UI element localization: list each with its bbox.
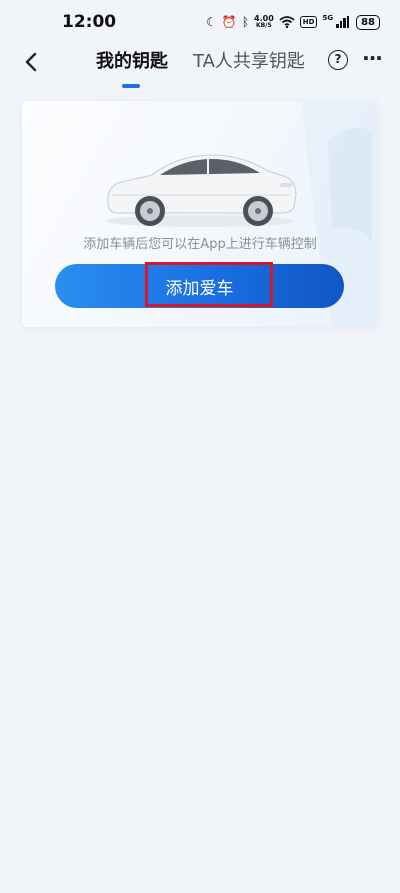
network-speed: 4.00 KB/S bbox=[254, 15, 274, 29]
nav-bar: 我的钥匙 TA人共享钥匙 ? ··· bbox=[0, 44, 400, 94]
hd-badge: HD bbox=[299, 16, 318, 28]
status-icons: ☾ ⏰ ᛒ 4.00 KB/S HD 5G 88 bbox=[206, 13, 380, 30]
battery-indicator: 88 bbox=[356, 14, 380, 30]
help-button[interactable]: ? bbox=[328, 50, 348, 70]
wifi-icon bbox=[279, 16, 295, 28]
signal-icon bbox=[336, 16, 350, 28]
moon-icon: ☾ bbox=[206, 15, 217, 29]
tab-shared-keys[interactable]: TA人共享钥匙 bbox=[193, 48, 305, 76]
network-speed-unit: KB/S bbox=[256, 22, 272, 29]
tab-my-keys[interactable]: 我的钥匙 bbox=[96, 48, 168, 76]
card-hint-text: 添加车辆后您可以在App上进行车辆控制 bbox=[83, 237, 317, 252]
status-bar: 12:00 ☾ ⏰ ᛒ 4.00 KB/S HD 5G 88 bbox=[0, 0, 400, 44]
back-button[interactable] bbox=[18, 48, 46, 76]
network-type: 5G bbox=[322, 13, 334, 22]
status-time: 12:00 bbox=[62, 12, 117, 32]
bluetooth-icon: ᛒ bbox=[241, 15, 250, 29]
add-car-highlight-box bbox=[145, 262, 273, 307]
add-vehicle-card: 添加车辆后您可以在App上进行车辆控制 添加爱车 bbox=[22, 101, 378, 327]
car-image bbox=[105, 154, 297, 227]
active-tab-indicator bbox=[122, 84, 140, 88]
more-button[interactable]: ··· bbox=[362, 46, 383, 70]
alarm-icon: ⏰ bbox=[221, 15, 237, 29]
chevron-left-icon bbox=[25, 52, 37, 72]
